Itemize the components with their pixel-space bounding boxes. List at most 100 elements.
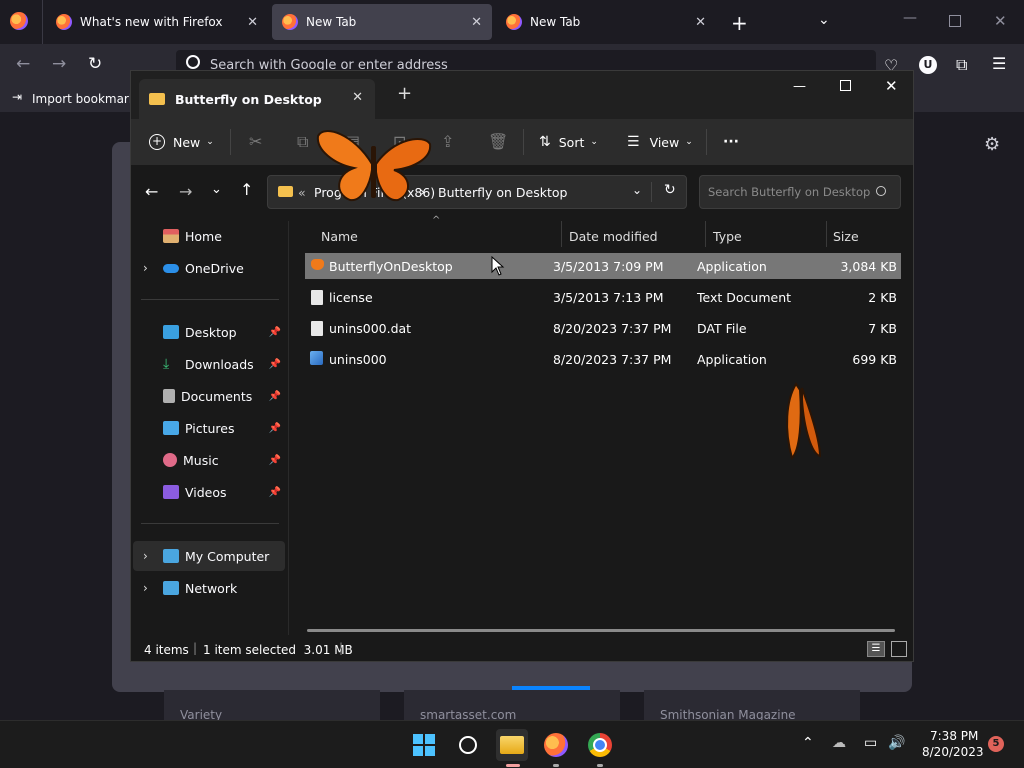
top-site-tile[interactable]: Variety <box>164 690 380 722</box>
clock-time[interactable]: 7:38 PM <box>930 729 978 743</box>
onedrive-tray-icon[interactable]: ☁ <box>832 735 846 751</box>
see-more-button[interactable]: ··· <box>723 119 739 165</box>
column-header-type[interactable]: Type <box>713 229 742 244</box>
nav-divider <box>141 299 279 300</box>
minimize-window-icon[interactable]: — <box>903 10 917 26</box>
maximize-icon[interactable] <box>840 80 851 91</box>
running-indicator <box>553 764 559 767</box>
file-name: ButterflyOnDesktop <box>329 259 453 274</box>
nav-item-onedrive[interactable]: › OneDrive <box>133 253 285 283</box>
sort-button[interactable]: ⇅ Sort ⌄ <box>539 119 598 165</box>
file-type: Application <box>697 259 767 274</box>
volume-icon[interactable]: 🔊 <box>888 735 905 751</box>
explorer-address-row: ← → ⌄ ↑ « Program Files (x86) › Butterfl… <box>131 165 913 221</box>
network-icon[interactable]: ▭ <box>864 735 877 751</box>
close-tab-icon[interactable]: ✕ <box>695 15 706 30</box>
nav-item-network[interactable]: › Network <box>133 573 285 603</box>
close-tab-icon[interactable]: ✕ <box>471 15 482 30</box>
table-row[interactable]: unins000.dat 8/20/2023 7:37 PM DAT File … <box>305 315 901 341</box>
explorer-title-bar: Butterfly on Desktop ✕ + — ✕ <box>131 71 913 119</box>
taskbar-chrome[interactable] <box>584 729 616 767</box>
new-button[interactable]: + New ⌄ <box>149 119 214 165</box>
new-explorer-tab-button[interactable]: + <box>397 83 412 104</box>
nav-label: Desktop <box>185 324 237 340</box>
restore-window-icon[interactable] <box>949 15 961 27</box>
import-bookmarks-link[interactable]: Import bookmarks <box>32 92 142 106</box>
table-row-selected[interactable]: ButterflyOnDesktop 3/5/2013 7:09 PM Appl… <box>305 253 901 279</box>
recent-locations-icon[interactable]: ⌄ <box>211 182 222 197</box>
nav-item-documents[interactable]: Documents 📌 <box>133 381 285 411</box>
cloud-icon <box>163 263 179 273</box>
table-row[interactable]: unins000 8/20/2023 7:37 PM Application 6… <box>305 346 901 372</box>
reload-icon[interactable]: ↻ <box>88 54 102 74</box>
firefox-logo-icon <box>56 14 72 30</box>
app-menu-icon[interactable]: ☰ <box>992 54 1006 73</box>
settings-gear-icon[interactable]: ⚙ <box>984 134 1000 155</box>
windows-logo-icon <box>413 734 435 756</box>
close-tab-icon[interactable]: ✕ <box>247 15 258 30</box>
show-hidden-icons-icon[interactable]: ⌃ <box>802 735 814 751</box>
breadcrumb-current[interactable]: Butterfly on Desktop <box>438 185 567 200</box>
search-box[interactable]: Search Butterfly on Desktop <box>699 175 901 209</box>
taskbar-file-explorer[interactable] <box>496 729 528 767</box>
column-header-size[interactable]: Size <box>833 229 859 244</box>
table-row[interactable]: license 3/5/2013 7:13 PM Text Document 2… <box>305 284 901 310</box>
tab-new-tab-active[interactable]: New Tab ✕ <box>272 4 492 40</box>
top-site-tile[interactable]: Smithsonian Magazine <box>644 690 860 722</box>
column-header-name[interactable]: Name <box>321 229 358 244</box>
expand-chevron-icon[interactable]: › <box>143 261 148 275</box>
breadcrumb-overflow[interactable]: « <box>298 185 306 200</box>
copy-icon[interactable]: ⧉ <box>297 132 308 152</box>
delete-icon[interactable]: 🗑 <box>488 132 508 151</box>
back-icon[interactable]: ← <box>16 54 30 74</box>
back-icon[interactable]: ← <box>145 182 158 201</box>
share-icon[interactable]: ⇪ <box>441 132 454 151</box>
nav-item-home[interactable]: Home <box>133 221 285 251</box>
list-all-tabs-icon[interactable]: ⌄ <box>818 12 830 28</box>
view-button[interactable]: ☰ View ⌄ <box>627 119 693 165</box>
details-view-toggle[interactable]: ☰ <box>867 641 885 657</box>
notification-badge[interactable]: 5 <box>988 736 1004 752</box>
expand-chevron-icon[interactable]: › <box>143 581 148 595</box>
close-window-icon[interactable]: ✕ <box>994 12 1007 30</box>
explorer-tab[interactable]: Butterfly on Desktop ✕ <box>139 79 375 119</box>
top-site-tile[interactable]: smartasset.com <box>404 690 620 722</box>
nav-item-my-computer[interactable]: › My Computer <box>133 541 285 571</box>
firefox-menu-icon[interactable] <box>10 12 28 30</box>
taskbar-firefox[interactable] <box>540 729 572 767</box>
forward-icon[interactable]: → <box>179 182 192 201</box>
column-separator[interactable] <box>826 221 827 247</box>
cut-icon[interactable]: ✂ <box>249 132 262 151</box>
nav-item-pictures[interactable]: Pictures 📌 <box>133 413 285 443</box>
refresh-icon[interactable]: ↻ <box>664 182 676 198</box>
expand-chevron-icon[interactable]: › <box>143 549 148 563</box>
file-size: 3,084 KB <box>840 259 897 274</box>
tiles-view-toggle[interactable] <box>891 641 907 657</box>
extensions-icon[interactable]: ⧉ <box>956 55 967 75</box>
pin-icon: 📌 <box>268 486 281 498</box>
pin-icon: 📌 <box>268 326 281 338</box>
active-indicator <box>506 764 520 767</box>
nav-item-videos[interactable]: Videos 📌 <box>133 477 285 507</box>
column-separator[interactable] <box>561 221 562 247</box>
ublock-extension-icon[interactable]: U <box>919 56 937 74</box>
column-header-date[interactable]: Date modified <box>569 229 658 244</box>
nav-item-downloads[interactable]: ⤓ Downloads 📌 <box>133 349 285 379</box>
up-icon[interactable]: ↑ <box>240 180 253 199</box>
minimize-icon[interactable]: — <box>793 79 806 94</box>
clock-date[interactable]: 8/20/2023 <box>922 745 984 759</box>
search-button[interactable] <box>452 729 484 761</box>
horizontal-scrollbar[interactable] <box>307 629 895 632</box>
new-tab-button[interactable]: + <box>731 11 748 35</box>
close-window-icon[interactable]: ✕ <box>885 77 898 95</box>
nav-item-music[interactable]: Music 📌 <box>133 445 285 475</box>
start-button[interactable] <box>408 729 440 761</box>
address-history-icon[interactable]: ⌄ <box>632 183 642 197</box>
tab-new-tab[interactable]: New Tab ✕ <box>496 4 716 40</box>
close-tab-icon[interactable]: ✕ <box>352 90 363 105</box>
toolbar-divider <box>523 129 524 155</box>
tab-whats-new[interactable]: What's new with Firefox ✕ <box>46 4 268 40</box>
nav-item-desktop[interactable]: Desktop 📌 <box>133 317 285 347</box>
forward-icon[interactable]: → <box>52 54 66 74</box>
column-separator[interactable] <box>705 221 706 247</box>
